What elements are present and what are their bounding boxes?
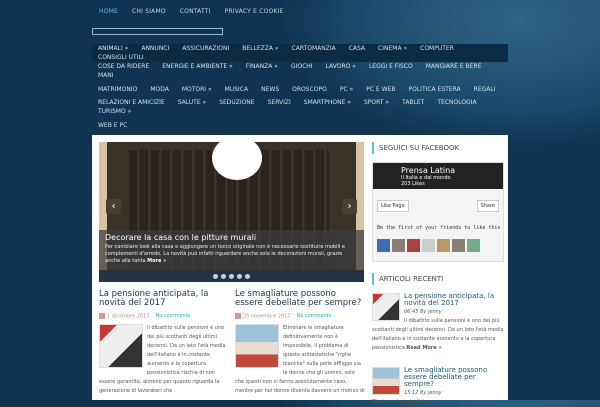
slider-prev-button[interactable]: ‹: [106, 199, 121, 214]
menu-item[interactable]: ENERGIE E AMBIENTE »: [162, 63, 233, 70]
comments-link[interactable]: No comments: [156, 313, 191, 320]
nav-chi-siamo[interactable]: CHI SIAMO: [132, 8, 166, 15]
post-card: Le smagliature possono essere debellate …: [235, 290, 365, 396]
menu-item[interactable]: MUSICA: [225, 86, 248, 93]
menu-item[interactable]: POLITICA ESTERA: [408, 86, 460, 93]
menu-item[interactable]: TECNOLOGIA: [437, 99, 476, 106]
fb-friends-text: Be the first of your friends to like thi…: [377, 225, 501, 231]
nav-contatti[interactable]: CONTATTI: [180, 8, 211, 15]
menu-item[interactable]: NEWS: [261, 86, 279, 93]
fb-share-button[interactable]: Share: [476, 200, 499, 212]
menu-item[interactable]: SPORT »: [364, 99, 389, 106]
menu-row: ANIMALI » ANNUNCI ASSICURAZIONI BELLEZZA » C…: [92, 44, 508, 62]
slider-dot[interactable]: [245, 273, 250, 279]
menu-item[interactable]: BELLEZZA »: [242, 45, 278, 52]
featured-slider[interactable]: ‹ › Decorare la casa con le pitture mura…: [99, 142, 364, 282]
menu-row: MATRIMONIO MODA MOTORI » MUSICA NEWS OROSCOPO…: [92, 80, 508, 98]
post-title[interactable]: Le smagliature possono essere debellate …: [235, 290, 365, 308]
slider-dots: [99, 270, 364, 282]
recent-item: Le smagliature possono essere debellate …: [372, 367, 504, 407]
menu-item[interactable]: MANI: [98, 72, 114, 79]
menu-item[interactable]: PC E WEB: [366, 86, 395, 93]
recent-thumbnail[interactable]: [372, 293, 400, 321]
recent-thumbnail[interactable]: [372, 367, 400, 395]
menu-item[interactable]: SERVIZI: [268, 99, 291, 106]
menu-item[interactable]: TABLET: [402, 99, 424, 106]
slider-dot[interactable]: [221, 273, 226, 279]
facebook-page-plugin: Prensa Latina Il Italia e dal mondo 203 L…: [372, 162, 504, 262]
menu-item[interactable]: WEB E PC: [98, 122, 127, 129]
post-thumbnail[interactable]: [235, 323, 279, 368]
menu-item[interactable]: SMARTPHONE »: [304, 99, 351, 106]
nav-privacy[interactable]: PRIVACY E COOKIE: [225, 8, 284, 15]
recent-item: La pensione anticipata, la novità del 20…: [372, 293, 504, 353]
fb-like-button[interactable]: Like Page: [377, 200, 409, 212]
menu-item[interactable]: SALUTE »: [178, 99, 207, 106]
slider-dot[interactable]: [237, 273, 242, 279]
menu-item[interactable]: ANIMALI »: [98, 45, 128, 52]
top-nav: HOME CHI SIAMO CONTATTI PRIVACY E COOKIE: [99, 8, 284, 15]
widget-title: ARTICOLI RECENTI: [372, 273, 504, 285]
menu-item[interactable]: CASA: [349, 45, 365, 52]
menu-item[interactable]: COSE DA RIDERE: [98, 63, 149, 70]
menu-item[interactable]: MOTORI »: [182, 86, 212, 93]
menu-item[interactable]: TURISMO »: [98, 108, 131, 115]
slider-dot[interactable]: [213, 273, 218, 279]
facebook-widget: SEGUICI SU FACEBOOK Prensa Latina Il Ita…: [370, 142, 506, 262]
category-menu: ANIMALI » ANNUNCI ASSICURAZIONI BELLEZZA » C…: [92, 44, 508, 134]
menu-item[interactable]: REGALI: [474, 86, 496, 93]
post-title[interactable]: La pensione anticipata, la novità del 20…: [99, 290, 229, 308]
post-thumbnail[interactable]: [99, 323, 143, 368]
menu-item[interactable]: RELAZIONI E AMICIZIE: [98, 99, 165, 106]
widget-title: SEGUICI SU FACEBOOK: [372, 142, 504, 154]
menu-item[interactable]: MATRIMONIO: [98, 86, 137, 93]
post-date: 25 novembre 2017: [243, 313, 291, 320]
menu-item[interactable]: OROSCOPO: [292, 86, 327, 93]
fb-faces: [377, 239, 480, 252]
calendar-icon: [235, 313, 241, 319]
slide-title[interactable]: Decorare la casa con le pitture murali: [105, 233, 358, 242]
menu-row: RELAZIONI E AMICIZIE SALUTE » SEDUZIONE SER…: [92, 98, 508, 116]
menu-item[interactable]: CINEMA »: [378, 45, 407, 52]
calendar-icon: [99, 313, 105, 319]
main-content: ‹ › Decorare la casa con le pitture mura…: [92, 135, 508, 405]
fb-likes: 203 Likes: [401, 181, 425, 187]
post-card: La pensione anticipata, la novità del 20…: [99, 290, 229, 396]
menu-item[interactable]: MANGIARE E BERE: [426, 63, 482, 70]
slider-next-button[interactable]: ›: [342, 199, 357, 214]
slide-more-link[interactable]: More »: [147, 258, 166, 264]
menu-item[interactable]: CONSIGLI UTILI: [98, 54, 144, 61]
menu-item[interactable]: FINANZA »: [246, 63, 278, 70]
slide-caption: Decorare la casa con le pitture murali P…: [99, 230, 364, 270]
menu-item[interactable]: GIOCHI: [291, 63, 313, 70]
menu-item[interactable]: MODA: [150, 86, 169, 93]
menu-item[interactable]: PC »: [340, 86, 353, 93]
menu-item[interactable]: ASSICURAZIONI: [182, 45, 229, 52]
menu-item[interactable]: COMPUTER: [420, 45, 454, 52]
fb-page-name[interactable]: Prensa Latina: [401, 166, 455, 175]
menu-item[interactable]: LAVORO »: [326, 63, 356, 70]
search-input[interactable]: [92, 28, 223, 35]
menu-item[interactable]: CARTOMANZIA: [292, 45, 336, 52]
menu-row: WEB E PC: [92, 116, 508, 134]
comments-link[interactable]: No comments: [297, 313, 332, 320]
read-more-link[interactable]: Read More »: [406, 345, 441, 351]
menu-item[interactable]: ANNUNCI: [141, 45, 169, 52]
menu-item[interactable]: SEDUZIONE: [219, 99, 254, 106]
post-date: 1 dicembre 2017: [107, 313, 150, 320]
slide-text: Per cambiare look alla casa e aggiungere…: [105, 244, 345, 264]
recent-articles-widget: ARTICOLI RECENTI La pensione anticipata,…: [370, 273, 506, 407]
nav-home[interactable]: HOME: [99, 8, 118, 15]
recent-excerpt: Eliminare le smagliature: [372, 399, 433, 405]
slider-dot[interactable]: [229, 273, 234, 279]
menu-row: COSE DA RIDERE ENERGIE E AMBIENTE » FINANZ…: [92, 62, 508, 80]
menu-item[interactable]: LEGGI E FISCO: [369, 63, 413, 70]
